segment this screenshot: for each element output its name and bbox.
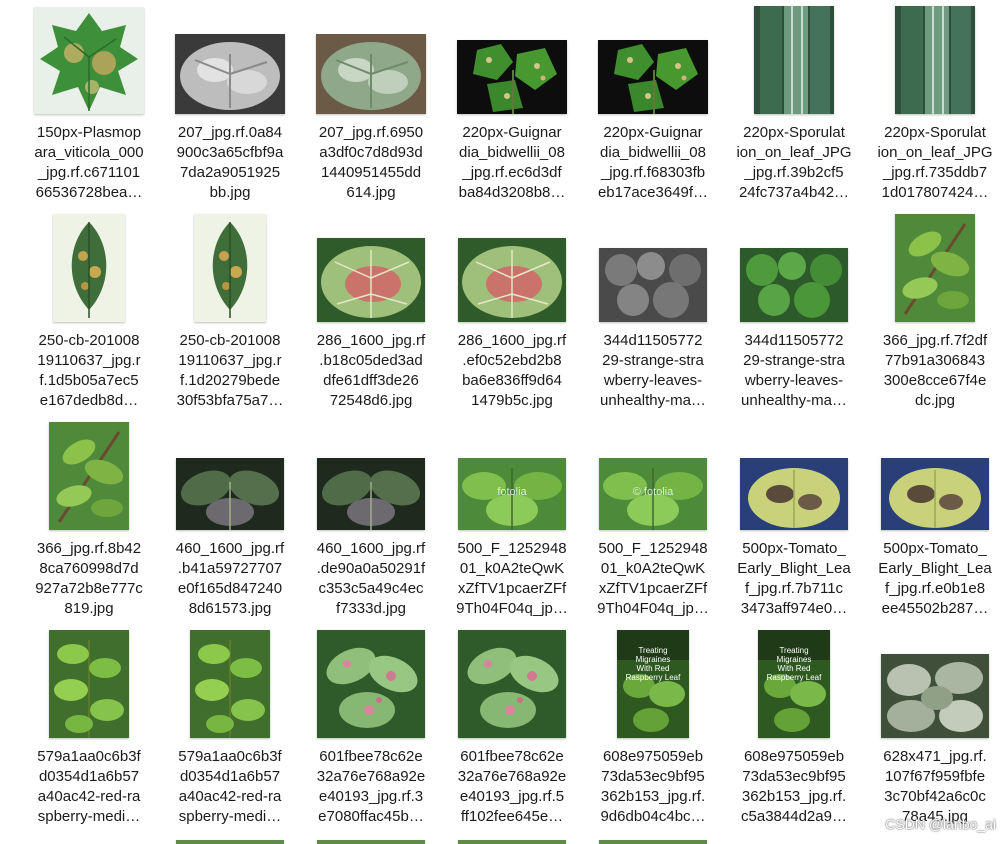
thumbnail-caption: Treating Migraines With Red Raspberry Lea… <box>621 646 685 682</box>
file-name-line: ff102fee645e… <box>460 808 564 825</box>
file-name-line: 628x471_jpg.rf. <box>883 748 987 765</box>
file-name-line: d0354d1a6b57 <box>38 768 140 785</box>
file-name-line: e40193_jpg.rf.3 <box>318 788 424 805</box>
file-name[interactable]: 579a1aa0c6b3f d0354d1a6b57 a40ac42-red-ra s… <box>162 747 298 827</box>
file-thumbnail[interactable] <box>458 630 566 738</box>
file-name-line: e7080ffac45b… <box>318 808 424 825</box>
file-thumbnail[interactable] <box>190 630 270 738</box>
file-item[interactable]: Treating Migraines With Red Raspberry Lea… <box>726 0 862 844</box>
file-name-line: a40ac42-red-ra <box>178 788 282 805</box>
file-item[interactable]: 579a1aa0c6b3f d0354d1a6b57 a40ac42-red-ra s… <box>162 0 298 844</box>
file-name-line: 3c70bf42a6c0c <box>884 788 986 805</box>
file-item[interactable]: 579a1aa0c6b3f d0354d1a6b57 a40ac42-red-ra s… <box>21 0 157 844</box>
file-thumbnail-partial[interactable] <box>176 840 284 844</box>
file-thumbnail-partial[interactable] <box>317 840 425 844</box>
file-name-line: 601fbee78c62e <box>460 748 564 765</box>
file-name-line: 107f67f959fbfe <box>884 768 986 785</box>
file-thumbnail[interactable]: Treating Migraines With Red Raspberry Lea… <box>617 630 689 738</box>
file-thumbnail[interactable] <box>317 630 425 738</box>
file-name-line: c5a3844d2a9… <box>741 808 847 825</box>
thumbnail-caption-line: Treating Migraines <box>776 646 812 664</box>
file-name-line: 579a1aa0c6b3f <box>178 748 282 765</box>
file-name-line: 601fbee78c62e <box>319 748 423 765</box>
file-thumbnail-partial[interactable] <box>458 840 566 844</box>
thumbnail-caption-line: With Red Raspberry Leaf <box>625 664 681 682</box>
file-name-line: 32a76e768a92e <box>316 768 426 785</box>
thumbnail-caption-line: Treating Migraines <box>635 646 671 664</box>
file-name-line: 32a76e768a92e <box>457 768 567 785</box>
file-name-line: d0354d1a6b57 <box>179 768 281 785</box>
file-name[interactable]: 628x471_jpg.rf. 107f67f959fbfe 3c70bf42a6c… <box>867 747 1003 827</box>
file-name-line: 579a1aa0c6b3f <box>37 748 141 765</box>
file-name-line: 608e975059eb <box>743 748 845 765</box>
file-name[interactable]: 608e975059eb 73da53ec9bf95 362b153_jpg.rf.… <box>726 747 862 827</box>
file-name-line: 362b153_jpg.rf. <box>741 788 847 805</box>
file-name[interactable]: 579a1aa0c6b3f d0354d1a6b57 a40ac42-red-ra s… <box>21 747 157 827</box>
file-name[interactable]: 608e975059eb 73da53ec9bf95 362b153_jpg.rf.… <box>585 747 721 827</box>
file-thumbnail-grid: 150px-Plasmop ara_viticola_000 _jpg.rf.c67… <box>0 0 1004 844</box>
file-thumbnail-partial[interactable] <box>599 840 707 844</box>
file-thumbnail[interactable]: Treating Migraines With Red Raspberry Lea… <box>758 630 830 738</box>
file-thumbnail[interactable] <box>49 630 129 738</box>
file-name-line: 608e975059eb <box>602 748 704 765</box>
file-name-line: 362b153_jpg.rf. <box>600 788 706 805</box>
file-name-line: 73da53ec9bf95 <box>601 768 705 785</box>
file-name-line: 73da53ec9bf95 <box>742 768 846 785</box>
csdn-watermark: CSDN @lanbo_ai <box>885 816 996 832</box>
file-name-line: 9d6db04c4bc… <box>600 808 706 825</box>
file-name-line: spberry-medi… <box>178 808 282 825</box>
file-item[interactable]: Treating Migraines With Red Raspberry Lea… <box>585 0 721 844</box>
file-name[interactable]: 601fbee78c62e 32a76e768a92e e40193_jpg.rf.… <box>444 747 580 827</box>
file-item[interactable]: 601fbee78c62e 32a76e768a92e e40193_jpg.rf.… <box>303 0 439 844</box>
file-name[interactable]: 601fbee78c62e 32a76e768a92e e40193_jpg.rf.… <box>303 747 439 827</box>
file-item[interactable]: 601fbee78c62e 32a76e768a92e e40193_jpg.rf.… <box>444 0 580 844</box>
file-name-line: e40193_jpg.rf.5 <box>459 788 565 805</box>
file-name-line: a40ac42-red-ra <box>37 788 141 805</box>
thumbnail-caption: Treating Migraines With Red Raspberry Lea… <box>762 646 826 682</box>
file-name-line: spberry-medi… <box>37 808 141 825</box>
thumbnail-caption-line: With Red Raspberry Leaf <box>766 664 822 682</box>
file-item[interactable]: 628x471_jpg.rf. 107f67f959fbfe 3c70bf42a6c… <box>867 0 1003 844</box>
file-thumbnail[interactable] <box>881 654 989 738</box>
